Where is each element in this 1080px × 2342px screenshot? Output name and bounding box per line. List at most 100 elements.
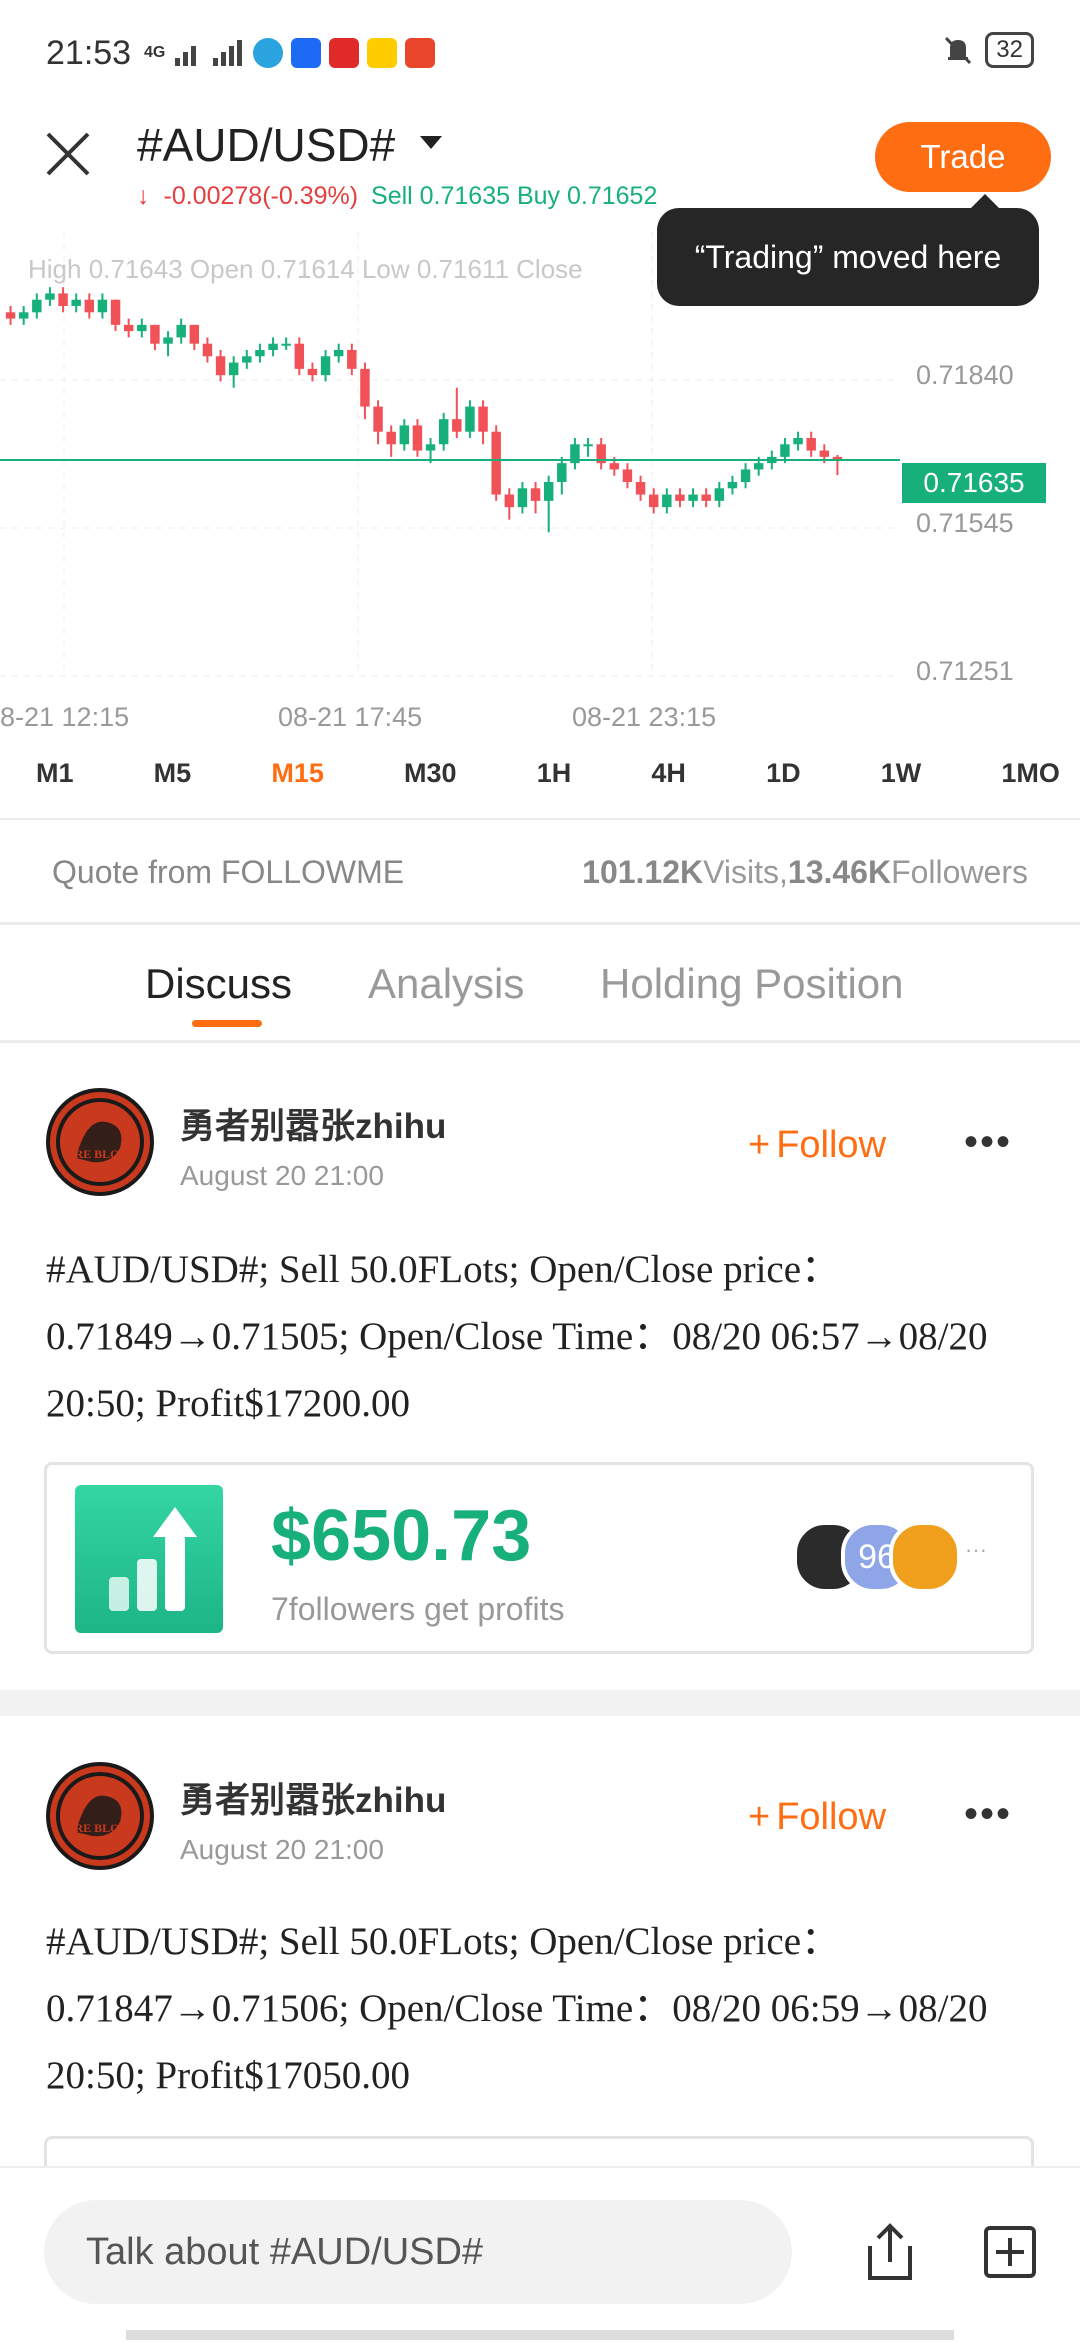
candle-body xyxy=(242,356,252,363)
candle-body xyxy=(320,356,331,376)
timeframe-1d[interactable]: 1D xyxy=(766,758,801,810)
status-time: 21:53 xyxy=(46,34,132,72)
more-followers-icon: ··· xyxy=(965,1537,987,1562)
price-tick: 0.71251 xyxy=(916,656,1014,686)
avatar[interactable]: FIRE BLOOD xyxy=(46,1762,154,1870)
candle-body xyxy=(740,469,751,482)
candle-body xyxy=(281,343,291,346)
candle-body xyxy=(622,469,633,482)
candle-body xyxy=(583,444,593,447)
candle-body xyxy=(333,350,344,357)
candle-body xyxy=(97,299,108,313)
timeframe-m15[interactable]: M15 xyxy=(271,758,324,810)
candle-body xyxy=(150,324,160,344)
candle-body xyxy=(452,419,462,432)
avatar-text: FIRE BLOOD xyxy=(62,1821,137,1835)
mute-bell-icon xyxy=(945,36,972,65)
profit-card[interactable]: $650.73 7followers get profits 96 ··· xyxy=(44,1462,1034,1654)
candle-body xyxy=(557,463,567,482)
post-username[interactable]: 勇者别嚣张zhihu xyxy=(180,1098,446,1149)
follow-button[interactable]: + Follow xyxy=(748,1796,886,1839)
close-icon[interactable] xyxy=(42,128,94,180)
timeframe-m30[interactable]: M30 xyxy=(404,758,457,810)
follow-label: Follow xyxy=(776,1796,887,1838)
candle-body xyxy=(819,450,830,457)
app-b-icon xyxy=(405,38,436,68)
more-options-icon[interactable]: ••• xyxy=(964,1792,1012,1837)
timeframe-1mo[interactable]: 1MO xyxy=(1001,758,1060,810)
status-icons-left: 4G xyxy=(144,38,436,68)
avatar[interactable]: FIRE BLOOD xyxy=(46,1088,154,1196)
candle-body xyxy=(609,463,620,470)
candle-body xyxy=(727,482,738,489)
arrow-down-icon: ↓ xyxy=(137,182,150,210)
pair-title[interactable]: #AUD/USD# xyxy=(137,118,395,172)
share-icon[interactable] xyxy=(862,2220,918,2284)
candle-body xyxy=(5,312,16,319)
candle-body xyxy=(714,488,725,501)
candle-body xyxy=(189,324,200,344)
candle-body xyxy=(202,343,213,357)
post-date: August 20 21:00 xyxy=(180,1834,384,1865)
tab-analysis[interactable]: Analysis xyxy=(368,960,524,1008)
time-tick: 08-21 17:45 xyxy=(278,702,423,732)
comment-input[interactable] xyxy=(44,2200,792,2304)
time-tick: 8-21 12:15 xyxy=(0,702,130,732)
candle-body xyxy=(294,343,305,369)
avatar-text: FIRE BLOOD xyxy=(62,1147,137,1161)
candle-body xyxy=(478,406,488,432)
candle-body xyxy=(701,494,711,501)
quote-source: Quote from FOLLOWME xyxy=(52,854,405,890)
candle-body xyxy=(84,299,95,313)
add-post-icon[interactable] xyxy=(982,2224,1038,2280)
price-tick: 0.71840 xyxy=(916,360,1014,390)
price-change: -0.00278(-0.39%) xyxy=(163,182,359,210)
trade-button[interactable]: Trade xyxy=(875,122,1051,192)
timeframe-4h[interactable]: 4H xyxy=(651,758,686,810)
follow-button[interactable]: + Follow xyxy=(748,1124,886,1167)
post-body[interactable]: #AUD/USD#; Sell 50.0FLots; Open/Close pr… xyxy=(46,1236,1046,1437)
candle-body xyxy=(399,425,410,445)
candle-body xyxy=(753,463,764,470)
candle-body xyxy=(137,324,147,332)
candle-body xyxy=(215,356,226,376)
dragon-crest-icon: FIRE BLOOD xyxy=(50,1766,150,1866)
network-label: 4G xyxy=(144,44,166,61)
navigation-hint-bar xyxy=(126,2330,954,2340)
candle-body xyxy=(530,488,541,501)
candle-body xyxy=(465,406,475,432)
more-options-icon[interactable]: ••• xyxy=(964,1120,1012,1165)
candle-body xyxy=(18,312,29,319)
candle-body xyxy=(438,419,449,445)
post-username[interactable]: 勇者别嚣张zhihu xyxy=(180,1772,446,1823)
candle-body xyxy=(504,494,515,508)
candle-body xyxy=(176,324,186,338)
followers-count: 13.46K xyxy=(787,854,892,890)
tab-discuss[interactable]: Discuss xyxy=(145,960,292,1008)
telegram-icon xyxy=(253,38,284,68)
candle-body xyxy=(412,425,423,451)
signal-icon xyxy=(175,40,243,66)
visits-label: Visits, xyxy=(703,854,788,890)
active-tab-indicator xyxy=(192,1020,262,1027)
candle-body xyxy=(268,343,278,350)
candle-body xyxy=(347,350,357,369)
tab-holding-position[interactable]: Holding Position xyxy=(600,960,904,1008)
trading-moved-tooltip[interactable]: “Trading” moved here xyxy=(657,194,1039,306)
post-separator xyxy=(0,1690,1080,1716)
candle-body xyxy=(517,488,528,508)
timeframe-1h[interactable]: 1H xyxy=(537,758,572,810)
caret-down-icon[interactable] xyxy=(420,136,442,149)
candle-body xyxy=(58,293,68,306)
candle-body xyxy=(163,337,173,344)
divider xyxy=(0,818,1080,820)
timeframe-m1[interactable]: M1 xyxy=(36,758,74,810)
candle-body xyxy=(491,431,501,495)
candle-body xyxy=(648,494,659,508)
candle-body xyxy=(45,293,55,300)
app-yellow-icon xyxy=(367,38,398,68)
timeframe-1w[interactable]: 1W xyxy=(881,758,922,810)
post-body[interactable]: #AUD/USD#; Sell 50.0FLots; Open/Close pr… xyxy=(46,1908,1046,2109)
timeframe-m5[interactable]: M5 xyxy=(154,758,192,810)
candle-body xyxy=(228,362,239,376)
